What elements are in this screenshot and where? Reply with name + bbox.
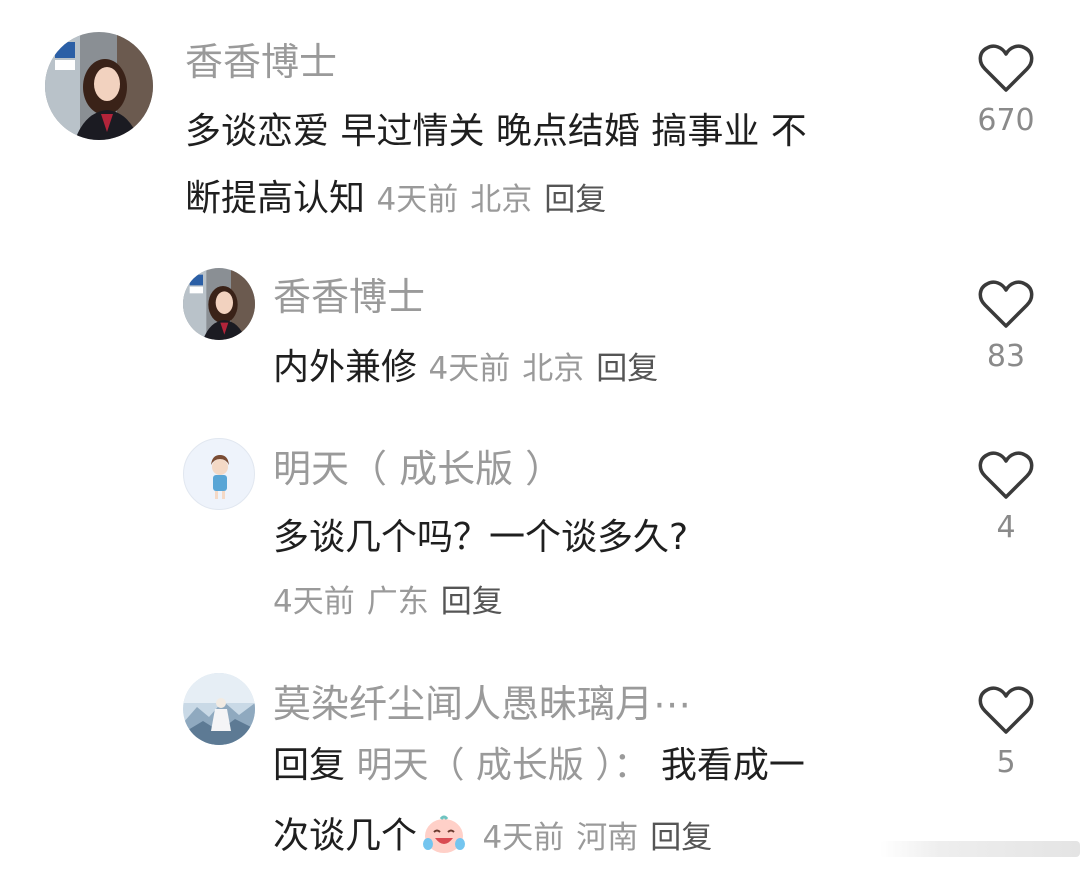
reply-button[interactable]: 回复 — [596, 351, 658, 387]
comment-item: 明天（ 成长版 ） 多谈几个吗？一个谈多久? 4天前 广东 回复 4 — [0, 425, 1080, 645]
heart-outline-icon — [978, 686, 1034, 734]
like-count: 5 — [996, 745, 1016, 780]
comment-text: 多谈几个吗？一个谈多久? — [273, 517, 689, 558]
comment-text: 多谈恋爱 早过情关 晚点结婚 搞事业 不 — [185, 111, 807, 152]
comment-location: 广东 — [366, 584, 429, 620]
reply-target-username[interactable]: 明天（ 成长版 ）： — [356, 745, 649, 786]
comment-location: 北京 — [522, 351, 585, 387]
comment-meta: 4天前 广东 回复 — [273, 587, 515, 618]
heart-outline-icon — [978, 451, 1034, 499]
comment-time: 4天前 — [428, 351, 511, 387]
comment-text-continued: 次谈几个 4天前 河南 回复 — [273, 814, 724, 861]
comment-meta: 4天前 北京 回复 — [428, 351, 670, 387]
like-count: 4 — [996, 510, 1016, 545]
like-count: 83 — [986, 339, 1026, 374]
reply-prefix: 回复 — [273, 745, 346, 786]
reply-button[interactable]: 回复 — [650, 820, 712, 856]
comment-time: 4天前 — [482, 819, 565, 856]
comment-meta: 4天前 河南 回复 — [482, 820, 724, 856]
comment-item: 香香博士 多谈恋爱 早过情关 晚点结婚 搞事业 不 断提高认知 4天前 北京 回复 … — [0, 0, 1080, 240]
comment-item: 香香博士 内外兼修 4天前 北京 回复 83 — [0, 250, 1080, 410]
comment-time: 4天前 — [273, 584, 355, 620]
like-button[interactable]: 4 — [966, 451, 1046, 543]
heart-outline-icon — [978, 44, 1034, 92]
comment-username[interactable]: 香香博士 — [273, 278, 425, 316]
comment-text: 我看成一 — [660, 745, 805, 786]
comment-location: 北京 — [470, 182, 533, 218]
comment-time: 4天前 — [376, 182, 459, 218]
avatar[interactable] — [183, 438, 255, 510]
like-button[interactable]: 83 — [966, 280, 1046, 372]
avatar[interactable] — [45, 32, 153, 140]
like-count: 670 — [977, 103, 1035, 138]
like-button[interactable]: 670 — [966, 44, 1046, 136]
comment-item: 莫染纤尘闻人愚昧璃月⋯ 回复 明天（ 成长版 ）： 我看成一 次谈几个 4天前河… — [0, 660, 1080, 869]
comment-text-tail: 断提高认知 — [185, 178, 366, 219]
comment-meta: 4天前 北京 回复 — [376, 182, 618, 218]
comment-text-tail: 次谈几个 — [273, 815, 418, 857]
avatar[interactable] — [183, 673, 255, 745]
comment-text-line: 回复 明天（ 成长版 ）： 我看成一 — [273, 748, 805, 784]
watermark-strip — [880, 841, 1080, 857]
comment-username[interactable]: 明天（ 成长版 ） — [273, 450, 563, 488]
reply-button[interactable]: 回复 — [544, 182, 606, 218]
comment-text: 内外兼修 — [273, 347, 418, 388]
comment-username[interactable]: 莫染纤尘闻人愚昧璃月⋯ — [273, 685, 691, 723]
heart-outline-icon — [978, 280, 1034, 328]
like-button[interactable]: 5 — [966, 686, 1046, 778]
avatar[interactable] — [183, 268, 255, 340]
comment-location: 河南 — [576, 819, 639, 856]
comment-username[interactable]: 香香博士 — [185, 43, 337, 81]
comment-text-line: 内外兼修 4天前 北京 回复 — [273, 350, 670, 386]
reply-button[interactable]: 回复 — [441, 584, 503, 620]
comment-text-continued: 断提高认知 4天前 北京 回复 — [185, 181, 618, 217]
crying-laughing-emoji-icon — [421, 814, 467, 861]
